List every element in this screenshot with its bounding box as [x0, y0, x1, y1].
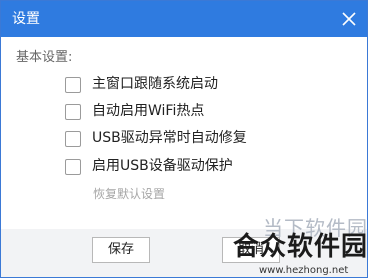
title-bar: 设置: [1, 1, 367, 37]
restore-defaults-link[interactable]: 恢复默认设置: [93, 187, 165, 202]
checkbox[interactable]: [65, 104, 81, 120]
checkbox[interactable]: [65, 159, 81, 175]
save-button[interactable]: 保存: [92, 237, 150, 263]
checkbox[interactable]: [65, 77, 81, 93]
option-label: 自动启用WiFi热点: [92, 103, 205, 119]
site-watermark: 当下软件园 合众软件园 www.hezhong.net: [233, 217, 368, 277]
dialog-title: 设置: [12, 11, 40, 27]
settings-dialog: 设置 基本设置: 主窗口跟随系统启动 自动启用WiFi热点 USB驱动异常时自动…: [0, 0, 368, 278]
option-label: 启用USB设备驱动保护: [92, 158, 233, 174]
close-icon: [342, 12, 356, 26]
option-label: 主窗口跟随系统启动: [92, 76, 218, 92]
basic-settings-label: 基本设置:: [16, 50, 73, 65]
watermark-main-text: 合众软件园: [233, 232, 368, 262]
watermark-url: www.hezhong.net: [259, 265, 349, 276]
option-label: USB驱动异常时自动修复: [92, 130, 247, 146]
close-button[interactable]: [337, 7, 361, 31]
checkbox[interactable]: [65, 131, 81, 147]
